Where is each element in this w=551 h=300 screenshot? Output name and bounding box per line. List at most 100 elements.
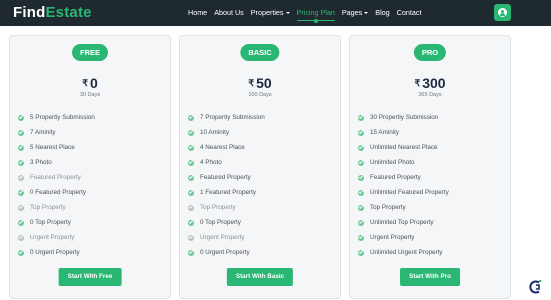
price-amount: 300 [422, 75, 446, 91]
check-circle-icon [358, 249, 364, 256]
feature-item: 3 Photo [18, 159, 52, 166]
check-circle-icon [188, 249, 194, 256]
check-circle-icon [358, 219, 364, 226]
feature-label: 4 Photo [200, 159, 222, 166]
feature-label: 15 Aminity [370, 129, 400, 136]
feature-item: Unlimited Nearest Place [358, 144, 438, 151]
feature-item: 0 Top Property [18, 219, 71, 226]
plan-price: ₹0 [10, 75, 170, 91]
check-circle-icon [188, 189, 194, 196]
brand-name-part2: Estate [45, 4, 92, 21]
start-with-pro-button[interactable]: Start With Pro [400, 268, 460, 286]
start-with-free-button[interactable]: Start With Free [58, 268, 122, 286]
nav-properties-dropdown[interactable]: Properties [251, 8, 290, 17]
feature-label: 7 Propertiy Submission [200, 114, 265, 121]
nav-contact-link[interactable]: Contact [397, 8, 422, 17]
feature-item: 15 Aminity [358, 129, 399, 136]
plan-price: ₹50 [180, 75, 340, 91]
check-circle-icon [188, 219, 194, 226]
nav-properties-label: Properties [250, 8, 284, 17]
nav-about-link[interactable]: About Us [214, 8, 244, 17]
feature-label: 10 Aminity [200, 129, 230, 136]
nav-pages-label: Pages [341, 8, 363, 17]
feature-label: 0 Top Property [200, 219, 241, 226]
feature-label: Featured Property [370, 174, 421, 181]
feature-item: 0 Urgent Property [18, 249, 80, 256]
check-circle-icon [18, 234, 24, 241]
user-circle-icon [498, 8, 507, 17]
plan-name-badge: PRO [413, 44, 447, 61]
feature-label: 0 Top Property [30, 219, 71, 226]
feature-label: Top Property [200, 204, 236, 211]
pricing-card-basic: BASIC ₹50 100 Days 7 Propertiy Submissio… [179, 35, 341, 299]
nav-blog-link[interactable]: Blog [375, 8, 389, 17]
nav-home-link[interactable]: Home [188, 8, 207, 17]
check-circle-icon [358, 129, 364, 136]
feature-label: 0 Featured Property [30, 189, 87, 196]
feature-item: 0 Urgent Property [188, 249, 250, 256]
plan-duration: 365 Days [418, 92, 442, 98]
check-circle-icon [18, 174, 24, 181]
feature-item: 30 Propertiy Submission [358, 114, 438, 121]
brand-name-part1: Find [13, 4, 46, 21]
check-circle-icon [188, 159, 194, 166]
feature-label: 5 Nearest Place [30, 144, 75, 151]
check-circle-icon [18, 219, 24, 226]
feature-item: 5 Propertiy Submission [18, 114, 95, 121]
user-account-button[interactable] [494, 4, 511, 21]
check-circle-icon [358, 234, 364, 241]
feature-item: Unlimited Urgent Property [358, 249, 442, 256]
feature-item: Unlimited Top Property [358, 219, 434, 226]
nav-pages-dropdown[interactable]: Pages [341, 8, 369, 17]
feature-label: 3 Photo [30, 159, 52, 166]
feature-label: Urgent Property [370, 234, 415, 241]
brand-logo[interactable]: FindEstate [13, 4, 92, 21]
plan-price: ₹300 [350, 75, 510, 91]
watermark-logo-icon [529, 279, 542, 294]
feature-item: 7 Propertiy Submission [188, 114, 265, 121]
check-circle-icon [18, 159, 24, 166]
feature-item: 4 Photo [188, 159, 222, 166]
feature-label: Top Property [30, 204, 66, 211]
feature-label: 5 Propertiy Submission [30, 114, 95, 121]
plan-duration: 30 Days [79, 92, 101, 98]
feature-label: 30 Propertiy Submission [370, 114, 439, 121]
feature-label: Unlimited Top Property [370, 219, 434, 226]
check-circle-icon [18, 129, 24, 136]
feature-item: Featured Property [358, 174, 421, 181]
pricing-card-pro: PRO ₹300 365 Days 30 Propertiy Submissio… [349, 35, 511, 299]
feature-label: Urgent Property [30, 234, 75, 241]
plan-name-badge: FREE [71, 44, 109, 61]
feature-item: 4 Nearest Place [188, 144, 245, 151]
feature-label: Top Property [370, 204, 406, 211]
check-circle-icon [18, 144, 24, 151]
check-circle-icon [358, 204, 364, 211]
feature-label: Unlimited Photo [370, 159, 415, 166]
plan-duration: 100 Days [248, 92, 272, 98]
pricing-card-free: FREE ₹0 30 Days 5 Propertiy Submission 7 … [9, 35, 171, 299]
check-circle-icon [188, 144, 194, 151]
feature-label: 0 Urgent Property [200, 249, 250, 256]
check-circle-icon [18, 189, 24, 196]
check-circle-icon [18, 114, 24, 121]
check-circle-icon [18, 204, 24, 211]
feature-item: Unlimited Featured Property [358, 189, 449, 196]
currency-symbol: ₹ [82, 78, 88, 88]
feature-item: Featured Property [188, 174, 251, 181]
check-circle-icon [188, 234, 194, 241]
nav-pricing-link[interactable]: Pricing Plan [296, 8, 336, 23]
currency-symbol: ₹ [414, 78, 421, 88]
feature-item: Top Property [188, 204, 236, 211]
feature-label: 1 Featured Property [200, 189, 257, 196]
start-with-basic-button[interactable]: Start With Basic [226, 268, 294, 286]
feature-label: 7 Aminity [30, 129, 56, 136]
feature-item: Urgent Property [18, 234, 74, 241]
feature-label: Urgent Property [200, 234, 245, 241]
feature-label: Featured Property [30, 174, 81, 181]
check-circle-icon [358, 144, 364, 151]
plan-name-badge: BASIC [240, 44, 280, 61]
check-circle-icon [188, 204, 194, 211]
feature-item: 10 Aminity [188, 129, 229, 136]
check-circle-icon [188, 129, 194, 136]
feature-item: Urgent Property [188, 234, 244, 241]
